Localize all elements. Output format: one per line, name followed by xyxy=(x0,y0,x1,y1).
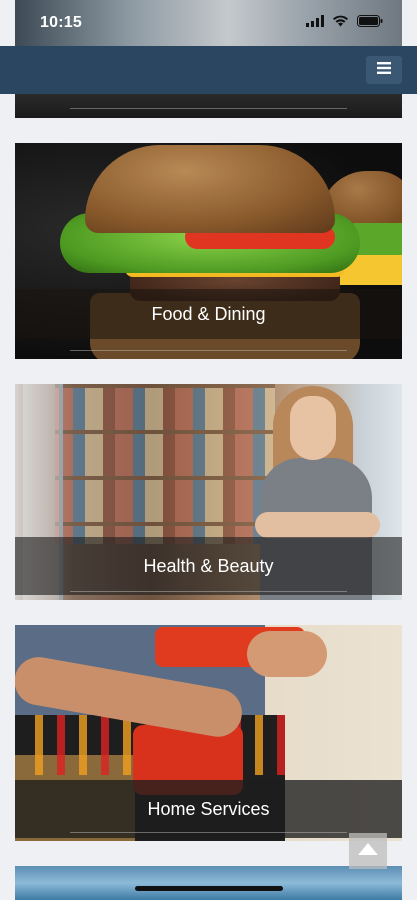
battery-icon xyxy=(357,14,383,32)
category-card-health-beauty[interactable]: Health & Beauty xyxy=(15,384,402,600)
card-divider xyxy=(70,591,347,592)
arrow-up-icon xyxy=(358,842,378,860)
category-label: Home Services xyxy=(147,798,270,819)
card-divider xyxy=(70,350,347,351)
status-icons xyxy=(306,14,383,32)
category-caption: Food & Dining xyxy=(15,289,402,339)
top-card-bottom[interactable] xyxy=(15,94,402,118)
category-label: Health & Beauty xyxy=(143,555,274,576)
card-divider xyxy=(70,108,347,109)
menu-button[interactable] xyxy=(366,56,402,84)
category-card-next[interactable] xyxy=(15,866,402,900)
wifi-icon xyxy=(332,14,349,32)
category-caption: Health & Beauty xyxy=(15,537,402,595)
category-caption: Home Services xyxy=(15,780,402,838)
status-bar: 10:15 xyxy=(0,0,417,46)
card-divider xyxy=(70,832,347,833)
app-header xyxy=(0,46,417,94)
signal-icon xyxy=(306,14,324,32)
status-time: 10:15 xyxy=(40,14,82,31)
category-label: Food & Dining xyxy=(151,303,266,324)
category-card-food-dining[interactable]: Food & Dining xyxy=(15,143,402,359)
scroll-to-top-button[interactable] xyxy=(349,833,387,869)
hamburger-menu-icon xyxy=(377,61,391,79)
home-indicator xyxy=(135,886,283,891)
category-card-home-services[interactable]: Home Services xyxy=(15,625,402,841)
